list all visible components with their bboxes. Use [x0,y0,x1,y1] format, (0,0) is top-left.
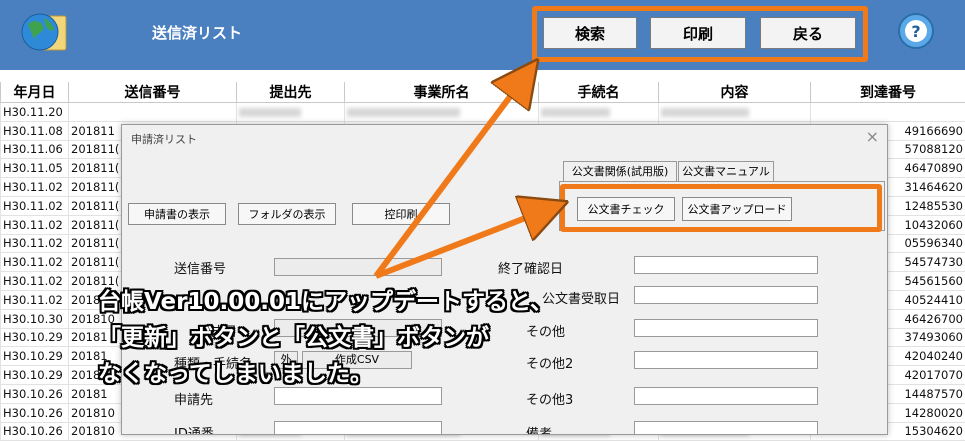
redacted-text [347,108,460,117]
cell-date: H30.11.02 [1,178,69,197]
col-header-office-name[interactable]: 事業所名 [345,82,539,103]
caption-line-2: 「更新」ボタンと「公文書」ボタンが [98,320,658,356]
tab-doc-manual[interactable]: 公文書マニュアル [678,161,774,181]
cell-content [659,103,811,122]
cell-date: H30.10.30 [1,309,69,328]
col-header-date[interactable]: 年月日 [1,82,69,103]
other2-field[interactable] [634,351,818,369]
table-header-row: 年月日 送信番号 提出先 事業所名 手続名 内容 到達番号 [1,82,965,103]
cell-date: H30.10.29 [1,366,69,385]
cell-date: H30.11.06 [1,140,69,159]
cell-date: H30.11.02 [1,234,69,253]
other1-field[interactable] [634,319,818,337]
other3-field[interactable] [634,387,818,405]
cell-date: H30.11.05 [1,159,69,178]
caption-line-3: なくなってしまいました。 [98,356,658,392]
cell-date: H30.11.02 [1,253,69,272]
redacted-text [239,108,301,117]
cell-office-name [345,103,539,122]
cell-send-number [69,103,237,122]
globe-folder-icon [18,6,70,58]
send-number-label: 送信番号 [174,258,226,277]
col-header-destination[interactable]: 提出先 [237,82,345,103]
send-number-field[interactable] [274,258,442,276]
cell-destination [237,103,345,122]
cell-date: H30.10.26 [1,384,69,403]
cell-date: H30.10.26 [1,422,69,441]
app-title: 送信済リスト [152,22,242,43]
col-header-content[interactable]: 内容 [659,82,811,103]
cell-date: H30.10.29 [1,347,69,366]
print-copy-button[interactable]: 控印刷 [352,203,450,225]
col-header-arrival-number[interactable]: 到達番号 [811,82,965,103]
svg-text:?: ? [911,22,920,41]
cell-date: H30.11.02 [1,196,69,215]
cell-date: H30.11.02 [1,272,69,291]
completion-date-label: 終了確認日 [498,258,563,277]
highlight-doc-buttons-box [560,184,882,232]
highlight-toolbar-box [532,6,868,62]
close-icon[interactable]: × [866,127,879,146]
completion-date-field[interactable] [634,256,818,274]
help-icon[interactable]: ? [897,12,935,50]
table-row[interactable]: H30.11.20 [1,103,965,122]
show-application-button[interactable]: 申請書の表示 [128,203,226,225]
cell-date: H30.10.29 [1,328,69,347]
redacted-text [661,108,749,117]
redacted-text [541,108,610,117]
id-notice-label: ID通番 [174,423,214,435]
cell-date: H30.11.02 [1,290,69,309]
cell-procedure [539,103,659,122]
cell-date: H30.11.08 [1,121,69,140]
col-header-send-number[interactable]: 送信番号 [69,82,237,103]
dialog-title: 申請済リスト [131,131,197,147]
annotation-caption: 台帳Ver10.00.01にアップデートすると、 「更新」ボタンと「公文書」ボタ… [98,284,658,392]
remarks-label: 備考 [526,423,552,435]
col-header-procedure[interactable]: 手続名 [539,82,659,103]
cell-date: H30.11.02 [1,215,69,234]
doc-received-field[interactable] [634,286,818,304]
tab-official-docs[interactable]: 公文書関係(試用版) [563,161,677,181]
show-folder-button[interactable]: フォルダの表示 [238,203,336,225]
cell-date: H30.10.26 [1,403,69,422]
caption-line-1: 台帳Ver10.00.01にアップデートすると、 [98,284,658,320]
cell-arrival-number [811,103,965,122]
cell-date: H30.11.20 [1,103,69,122]
